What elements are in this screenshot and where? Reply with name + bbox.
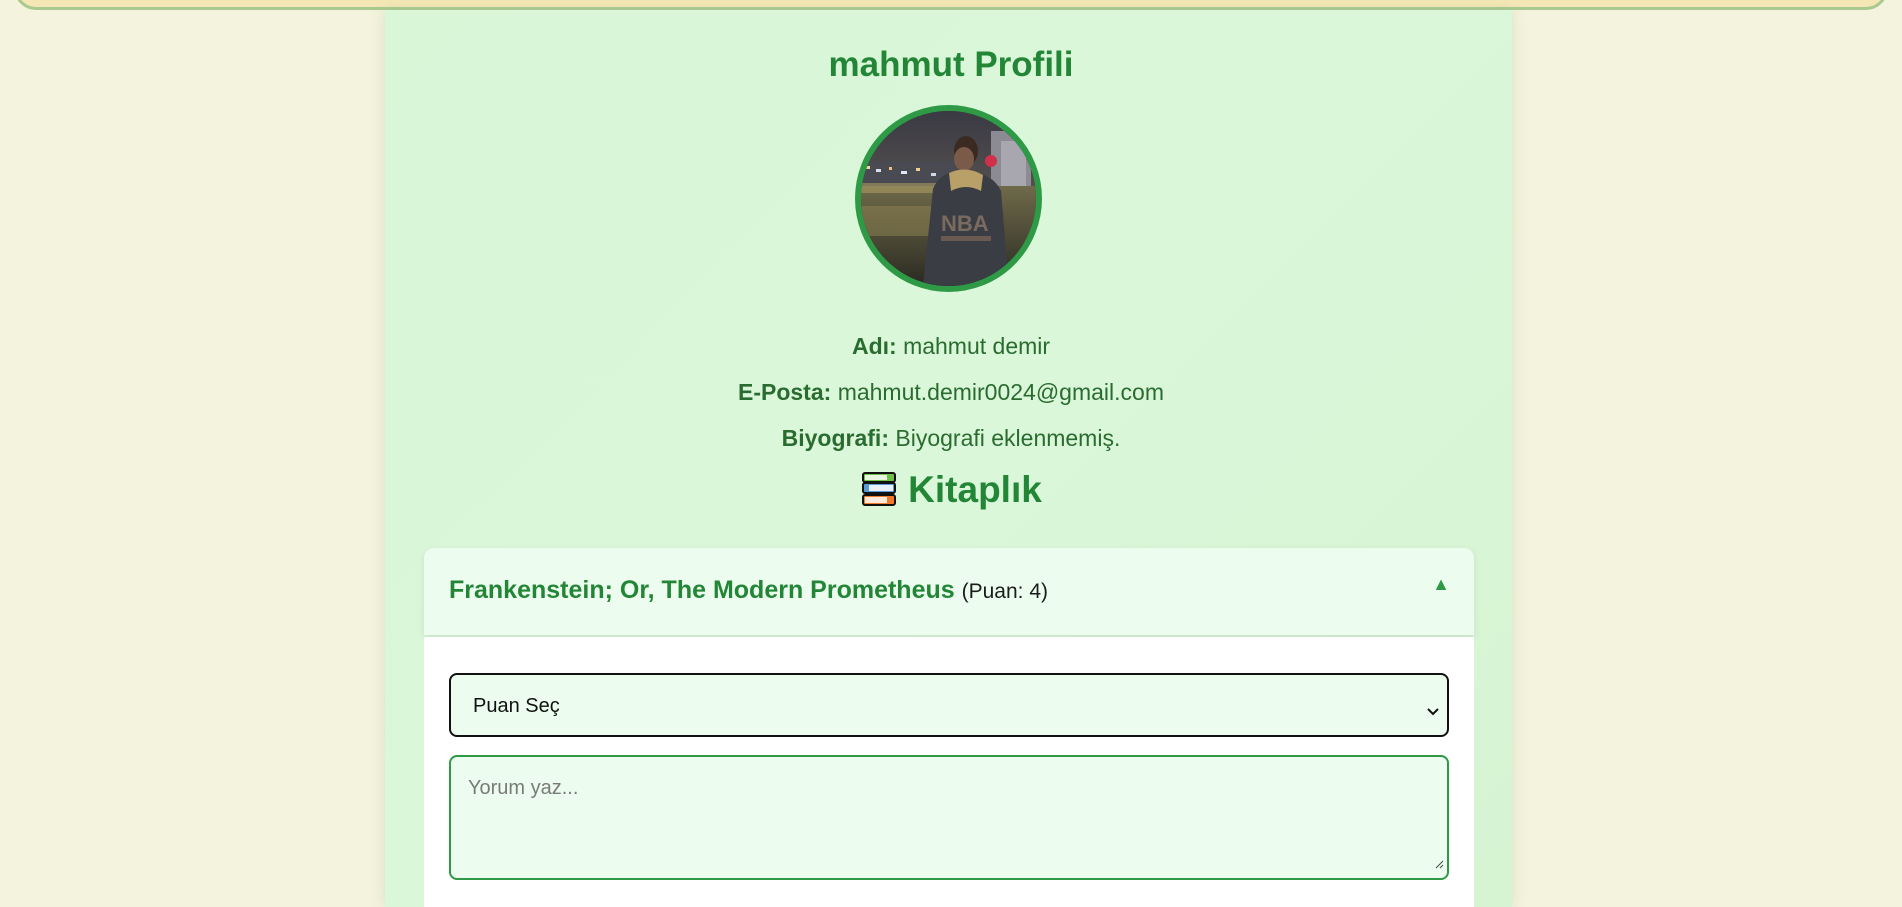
avatar: NBA bbox=[855, 105, 1042, 292]
email-row: E-Posta: mahmut.demir0024@gmail.com bbox=[0, 378, 1902, 406]
library-title: Kitaplık bbox=[0, 468, 1902, 518]
books-icon bbox=[860, 470, 898, 518]
book-title-row: Frankenstein; Or, The Modern Prometheus … bbox=[449, 576, 1048, 605]
book-title: Frankenstein; Or, The Modern Prometheus bbox=[449, 576, 955, 604]
email-value: mahmut.demir0024@gmail.com bbox=[837, 379, 1164, 405]
book-accordion-body: Puan Seç Yorum yaz... bbox=[424, 637, 1474, 907]
avatar-shirt-print: NBA bbox=[941, 211, 989, 236]
name-value: mahmut demir bbox=[903, 333, 1051, 359]
rating-select-value: Puan Seç bbox=[473, 695, 560, 717]
rating-select[interactable]: Puan Seç bbox=[449, 673, 1449, 737]
email-label: E-Posta: bbox=[738, 379, 832, 405]
collapse-toggle-icon[interactable]: ▲ bbox=[1432, 574, 1450, 595]
top-navigation-bar bbox=[14, 0, 1888, 10]
bio-value: Biyografi eklenmemiş. bbox=[895, 425, 1121, 451]
library-title-text: Kitaplık bbox=[908, 469, 1042, 510]
avatar-photo: NBA bbox=[861, 111, 1036, 286]
chevron-down-icon bbox=[1427, 699, 1439, 722]
book-accordion-header[interactable]: Frankenstein; Or, The Modern Prometheus … bbox=[424, 548, 1474, 635]
bio-label: Biyografi: bbox=[781, 425, 889, 451]
bio-row: Biyografi: Biyografi eklenmemiş. bbox=[0, 424, 1902, 452]
name-label: Adı: bbox=[851, 333, 897, 359]
book-score: (Puan: 4) bbox=[961, 580, 1048, 603]
page-title: mahmut Profili bbox=[828, 45, 1074, 84]
name-row: Adı: mahmut demir bbox=[0, 332, 1902, 360]
comment-placeholder: Yorum yaz... bbox=[468, 777, 579, 799]
resize-handle-icon[interactable] bbox=[1434, 852, 1444, 875]
comment-textarea[interactable]: Yorum yaz... bbox=[449, 755, 1449, 880]
